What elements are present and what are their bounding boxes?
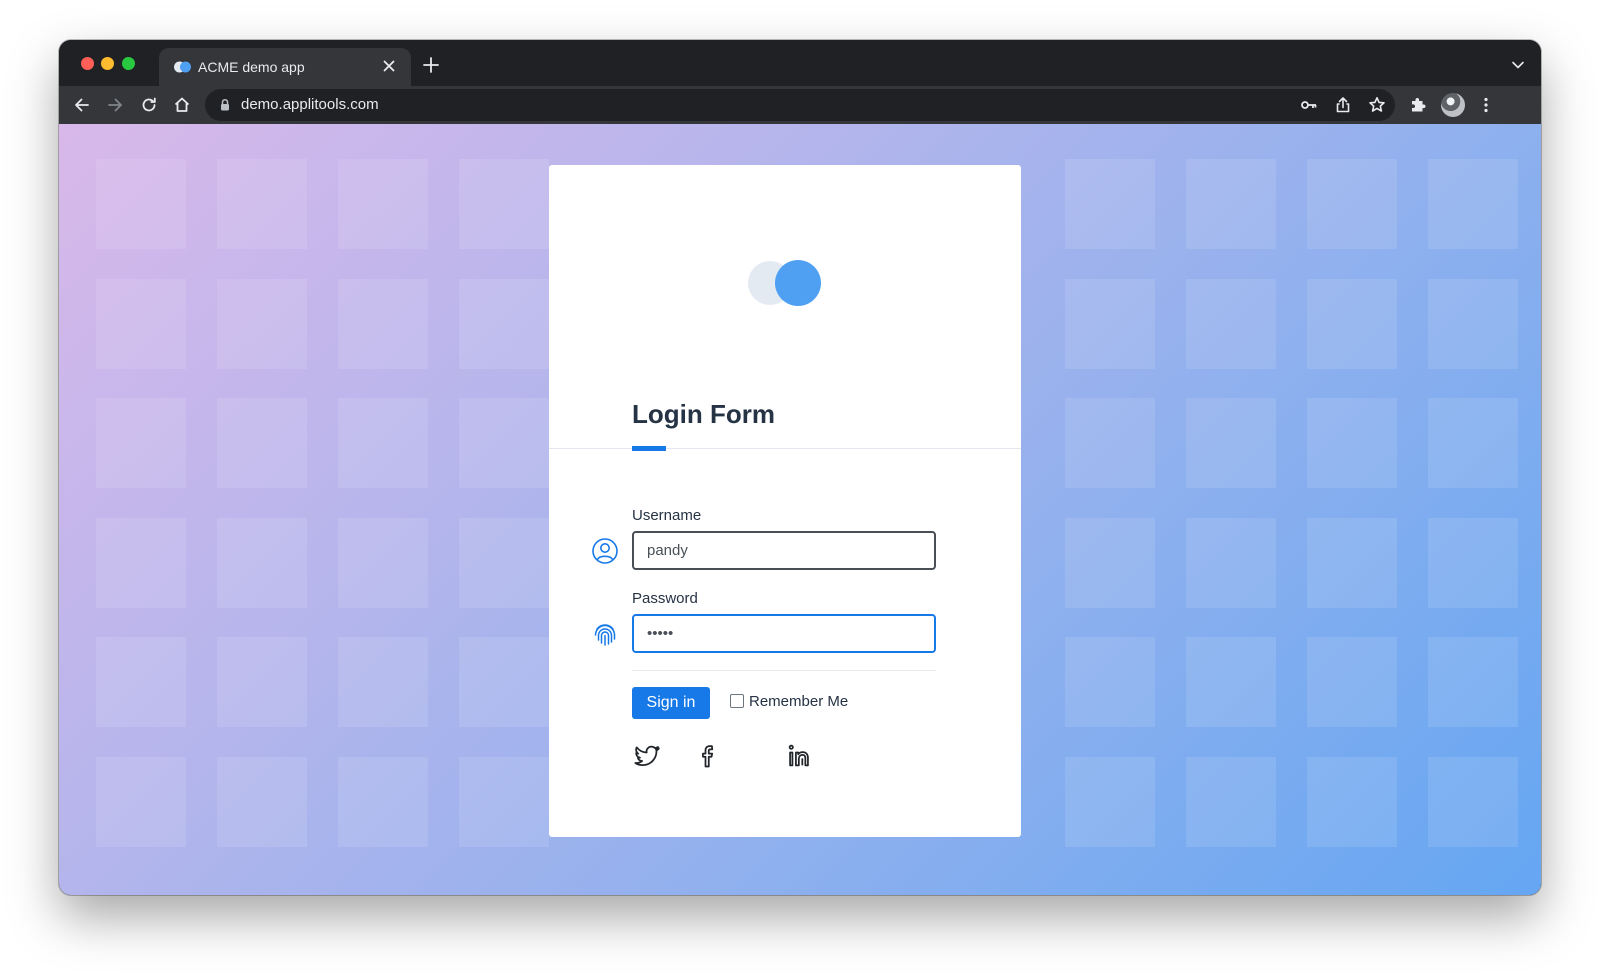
forward-arrow-icon[interactable] xyxy=(105,95,125,115)
title-accent-bar xyxy=(632,446,666,451)
linkedin-icon[interactable] xyxy=(786,742,814,770)
browser-tab[interactable]: ACME demo app xyxy=(159,48,411,86)
login-form-title: Login Form xyxy=(632,399,775,429)
maximize-window-button[interactable] xyxy=(122,57,135,70)
home-icon[interactable] xyxy=(172,95,192,115)
kebab-menu-icon[interactable] xyxy=(1476,95,1496,115)
extensions-puzzle-icon[interactable] xyxy=(1408,95,1428,115)
facebook-icon[interactable] xyxy=(695,742,723,770)
minimize-window-button[interactable] xyxy=(101,57,114,70)
username-label: Username xyxy=(632,507,702,524)
share-icon[interactable] xyxy=(1333,95,1353,115)
page-background: Login Form Username Password Sign in xyxy=(59,124,1541,895)
acme-favicon-icon xyxy=(174,61,191,73)
tab-title: ACME demo app xyxy=(198,59,305,75)
remember-me-checkbox[interactable] xyxy=(730,694,744,708)
address-bar[interactable]: demo.applitools.com xyxy=(205,89,1395,121)
profile-avatar[interactable] xyxy=(1441,93,1465,117)
password-input[interactable] xyxy=(632,614,936,653)
title-divider xyxy=(549,448,1021,449)
url-text: demo.applitools.com xyxy=(241,96,379,113)
twitter-icon[interactable] xyxy=(633,742,661,770)
acme-logo-icon xyxy=(748,260,821,306)
browser-toolbar: demo.applitools.com xyxy=(59,86,1541,124)
sign-in-button[interactable]: Sign in xyxy=(632,687,710,719)
reload-icon[interactable] xyxy=(139,95,159,115)
close-tab-icon[interactable] xyxy=(379,56,399,76)
bookmark-star-icon[interactable] xyxy=(1367,95,1387,115)
login-card: Login Form Username Password Sign in xyxy=(549,165,1021,837)
lock-icon xyxy=(221,98,229,111)
fingerprint-icon xyxy=(594,624,616,646)
browser-window: ACME demo app demo.applitools.com Login … xyxy=(59,40,1541,895)
user-circle-icon xyxy=(592,538,618,564)
new-tab-icon[interactable] xyxy=(422,56,440,74)
form-divider xyxy=(632,670,936,671)
tab-strip: ACME demo app xyxy=(59,40,1541,86)
back-arrow-icon[interactable] xyxy=(72,95,92,115)
chevron-down-icon[interactable] xyxy=(1511,58,1525,72)
key-icon[interactable] xyxy=(1299,95,1319,115)
close-window-button[interactable] xyxy=(81,57,94,70)
remember-me-label[interactable]: Remember Me xyxy=(749,693,848,710)
password-label: Password xyxy=(632,590,698,607)
username-input[interactable] xyxy=(632,531,936,570)
